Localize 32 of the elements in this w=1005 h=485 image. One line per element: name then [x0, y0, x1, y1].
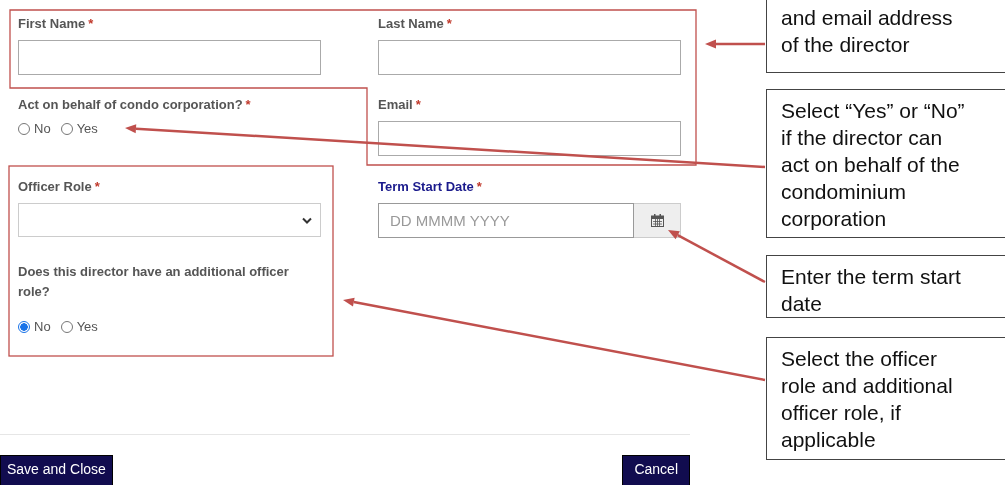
required-mark: *: [94, 179, 100, 194]
radio-option[interactable]: Yes: [60, 121, 98, 136]
calendar-button[interactable]: [634, 203, 681, 238]
required-mark: *: [446, 16, 452, 31]
callout-note: Select the officer role and additional officer role, if applicable: [766, 337, 1005, 460]
callout-note: Enter the term start date: [766, 255, 1005, 318]
field-label: Does this director have an additional officer role?: [18, 264, 289, 299]
cancel-button[interactable]: Cancel: [622, 455, 690, 485]
radio-option[interactable]: No: [18, 319, 51, 334]
radio-option[interactable]: No: [18, 121, 51, 136]
officer-role-dropdown[interactable]: [18, 203, 321, 237]
field-label: Act on behalf of condo corporation?: [18, 97, 243, 112]
callout-note: and email address of the director: [766, 0, 1005, 73]
calendar-icon: [650, 214, 664, 227]
arrow: [705, 39, 765, 49]
last-name-field[interactable]: [378, 40, 681, 75]
email-field[interactable]: [378, 121, 681, 156]
radio-option[interactable]: Yes: [60, 319, 98, 334]
callout-note: Select “Yes” or “No” if the director can act on behalf of the condominium corporation: [766, 89, 1005, 238]
chevron-down-icon: [302, 216, 312, 224]
field-label: Last Name: [378, 16, 444, 31]
required-mark: *: [476, 179, 482, 194]
field-label: Term Start Date: [378, 179, 474, 194]
field-label: Email: [378, 97, 413, 112]
first-name-field[interactable]: [18, 40, 321, 75]
field-label: First Name: [18, 16, 86, 31]
required-mark: *: [245, 97, 251, 112]
field-label: Officer Role: [18, 179, 92, 194]
date-field[interactable]: DD MMMM YYYY: [378, 203, 634, 238]
required-mark: *: [415, 97, 421, 112]
save-and-close-button[interactable]: Save and Close: [0, 455, 113, 485]
required-mark: *: [88, 16, 94, 31]
